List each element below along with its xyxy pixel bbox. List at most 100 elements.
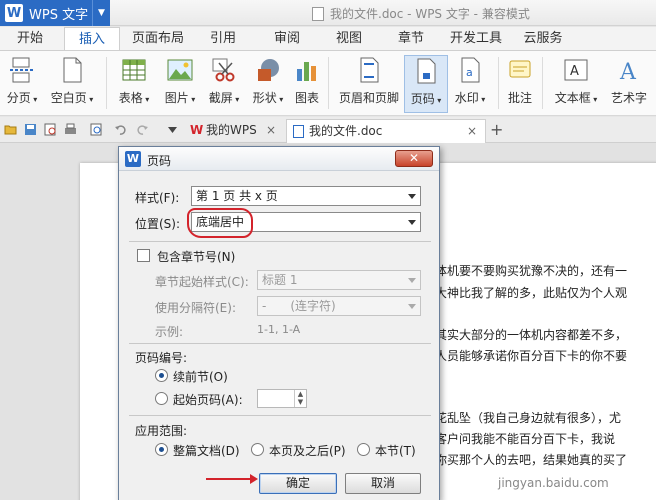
- textbox-icon: A: [563, 57, 589, 83]
- chevron-down-icon: [408, 278, 416, 283]
- svg-text:a: a: [466, 66, 473, 79]
- tab-cloud[interactable]: 云服务: [516, 27, 570, 51]
- style-label: 样式(F):: [135, 191, 180, 205]
- page-number-dialog: W 页码 ✕ 样式(F): 第 1 页 共 x 页 位置(S): 底端居中 包含…: [118, 146, 440, 500]
- open-folder-icon[interactable]: [4, 123, 17, 136]
- highlight-annotation: [187, 208, 253, 238]
- separator-select[interactable]: - (连字符): [257, 296, 421, 316]
- page-number-icon: [413, 58, 439, 84]
- document-icon: [312, 6, 324, 21]
- page-break-button[interactable]: 分页 ▾: [2, 55, 42, 113]
- tab-home[interactable]: 开始: [6, 27, 54, 51]
- save-icon[interactable]: [24, 123, 37, 136]
- chevron-down-icon[interactable]: [166, 123, 179, 136]
- divider: [129, 241, 431, 242]
- spin-stepper[interactable]: ▲ ▼: [294, 390, 306, 407]
- close-button[interactable]: ✕: [395, 150, 433, 167]
- wps-logo-icon: W: [190, 123, 204, 137]
- comment-icon: [507, 57, 533, 83]
- print-preview-icon[interactable]: [44, 123, 57, 136]
- shape-button[interactable]: 形状 ▾: [246, 55, 290, 113]
- tab-chapter[interactable]: 章节: [388, 27, 434, 51]
- new-tab-button[interactable]: +: [490, 120, 503, 139]
- chapter-start-label: 章节起始样式(C):: [155, 275, 249, 289]
- wordart-button[interactable]: A 艺术字: [604, 55, 654, 113]
- start-at-label: 起始页码(A):: [173, 393, 243, 407]
- wps-logo-icon: W: [125, 151, 141, 167]
- page-break-icon: [9, 57, 35, 83]
- preview-icon[interactable]: [90, 123, 103, 136]
- chapter-start-select[interactable]: 标题 1: [257, 270, 421, 290]
- doc-text-line: 花乱坠（我自己身边就有很多），尤: [435, 411, 622, 425]
- blank-page-icon: [59, 57, 85, 83]
- start-at-radio[interactable]: [155, 392, 168, 405]
- site-watermark: jingyan.baidu.com: [498, 476, 609, 490]
- position-label: 位置(S):: [135, 217, 181, 231]
- blank-page-button[interactable]: 空白页 ▾: [46, 55, 98, 113]
- doc-tab-my-wps[interactable]: W 我的WPS ×: [184, 119, 284, 143]
- redo-icon[interactable]: [136, 123, 149, 136]
- close-icon[interactable]: ×: [266, 119, 276, 141]
- app-name: WPS 文字: [29, 7, 89, 23]
- chevron-down-icon: [408, 194, 416, 199]
- continue-label: 续前节(O): [173, 370, 228, 384]
- chevron-down-icon[interactable]: ▼: [92, 0, 110, 26]
- this-and-after-label: 本页及之后(P): [269, 444, 346, 458]
- ribbon-separator: [542, 57, 543, 109]
- ok-button[interactable]: 确定: [259, 473, 337, 494]
- screenshot-button[interactable]: 截屏 ▾: [202, 55, 246, 113]
- scissors-icon: [211, 57, 237, 83]
- include-chapter-label: 包含章节号(N): [157, 250, 236, 264]
- shapes-icon: [255, 57, 281, 83]
- separator-label: 使用分隔符(E):: [155, 301, 236, 315]
- start-page-input[interactable]: ▲ ▼: [257, 389, 307, 408]
- page-number-button[interactable]: 页码 ▾: [404, 55, 448, 113]
- chart-button[interactable]: 图表: [290, 55, 324, 113]
- tab-page-layout[interactable]: 页面布局: [126, 27, 190, 51]
- whole-doc-label: 整篇文档(D): [173, 444, 240, 458]
- style-select[interactable]: 第 1 页 共 x 页: [191, 186, 421, 206]
- tab-references[interactable]: 引用: [200, 27, 246, 51]
- textbox-button[interactable]: A 文本框 ▾: [548, 55, 604, 113]
- doc-text-line: 其实大部分的一体机内容都差不多，: [435, 328, 628, 342]
- dialog-title: 页码: [147, 154, 172, 168]
- print-icon[interactable]: [64, 123, 77, 136]
- chevron-down-icon: [408, 220, 416, 225]
- svg-text:A: A: [619, 60, 637, 83]
- numbering-group-title: 页码编号:: [135, 351, 188, 365]
- whole-doc-radio[interactable]: [155, 443, 168, 456]
- undo-icon[interactable]: [114, 123, 127, 136]
- tab-developer[interactable]: 开发工具: [446, 27, 506, 51]
- comment-button[interactable]: 批注: [502, 55, 538, 113]
- tab-review[interactable]: 审阅: [264, 27, 310, 51]
- example-value: 1-1, 1-A: [257, 323, 301, 336]
- header-footer-icon: [356, 57, 382, 83]
- window-title: 我的文件.doc - WPS 文字 - 兼容模式: [312, 5, 530, 22]
- app-menu-button[interactable]: W WPS 文字 ▼: [0, 0, 110, 26]
- doc-tab-my-file[interactable]: 我的文件.doc ×: [286, 119, 486, 143]
- table-button[interactable]: 表格 ▾: [112, 55, 156, 113]
- dialog-title-bar: W 页码 ✕: [119, 147, 439, 171]
- doc-text-line: 客户问我能不能百分百下卡，我说: [435, 432, 616, 446]
- continue-radio[interactable]: [155, 369, 168, 382]
- ribbon: 分页 ▾ 空白页 ▾ 表格 ▾ 图片 ▾ 截屏 ▾ 形状 ▾ 图表 页眉和页脚 …: [0, 50, 656, 116]
- this-and-after-radio[interactable]: [251, 443, 264, 456]
- tab-view[interactable]: 视图: [326, 27, 372, 51]
- watermark-icon: a: [457, 57, 483, 83]
- document-icon: [293, 125, 304, 138]
- ribbon-separator: [106, 57, 107, 109]
- doc-text-line: 你买那个人的去吧，结果她真的买了: [435, 453, 628, 467]
- chevron-down-icon: [408, 304, 416, 309]
- doc-text-line: 体机要不要购买犹豫不决的，还有一: [435, 264, 628, 278]
- doc-text-line: 人员能够承诺你百分百下卡的你不要: [435, 349, 628, 363]
- header-footer-button[interactable]: 页眉和页脚: [334, 55, 404, 113]
- title-bar: W WPS 文字 ▼ 我的文件.doc - WPS 文字 - 兼容模式: [0, 0, 656, 26]
- this-section-radio[interactable]: [357, 443, 370, 456]
- picture-button[interactable]: 图片 ▾: [158, 55, 202, 113]
- watermark-button[interactable]: a 水印 ▾: [448, 55, 492, 113]
- close-icon[interactable]: ×: [467, 120, 477, 142]
- cancel-button[interactable]: 取消: [345, 473, 421, 494]
- tab-insert[interactable]: 插入: [64, 27, 120, 51]
- include-chapter-checkbox[interactable]: [137, 249, 150, 262]
- ribbon-separator: [498, 57, 499, 109]
